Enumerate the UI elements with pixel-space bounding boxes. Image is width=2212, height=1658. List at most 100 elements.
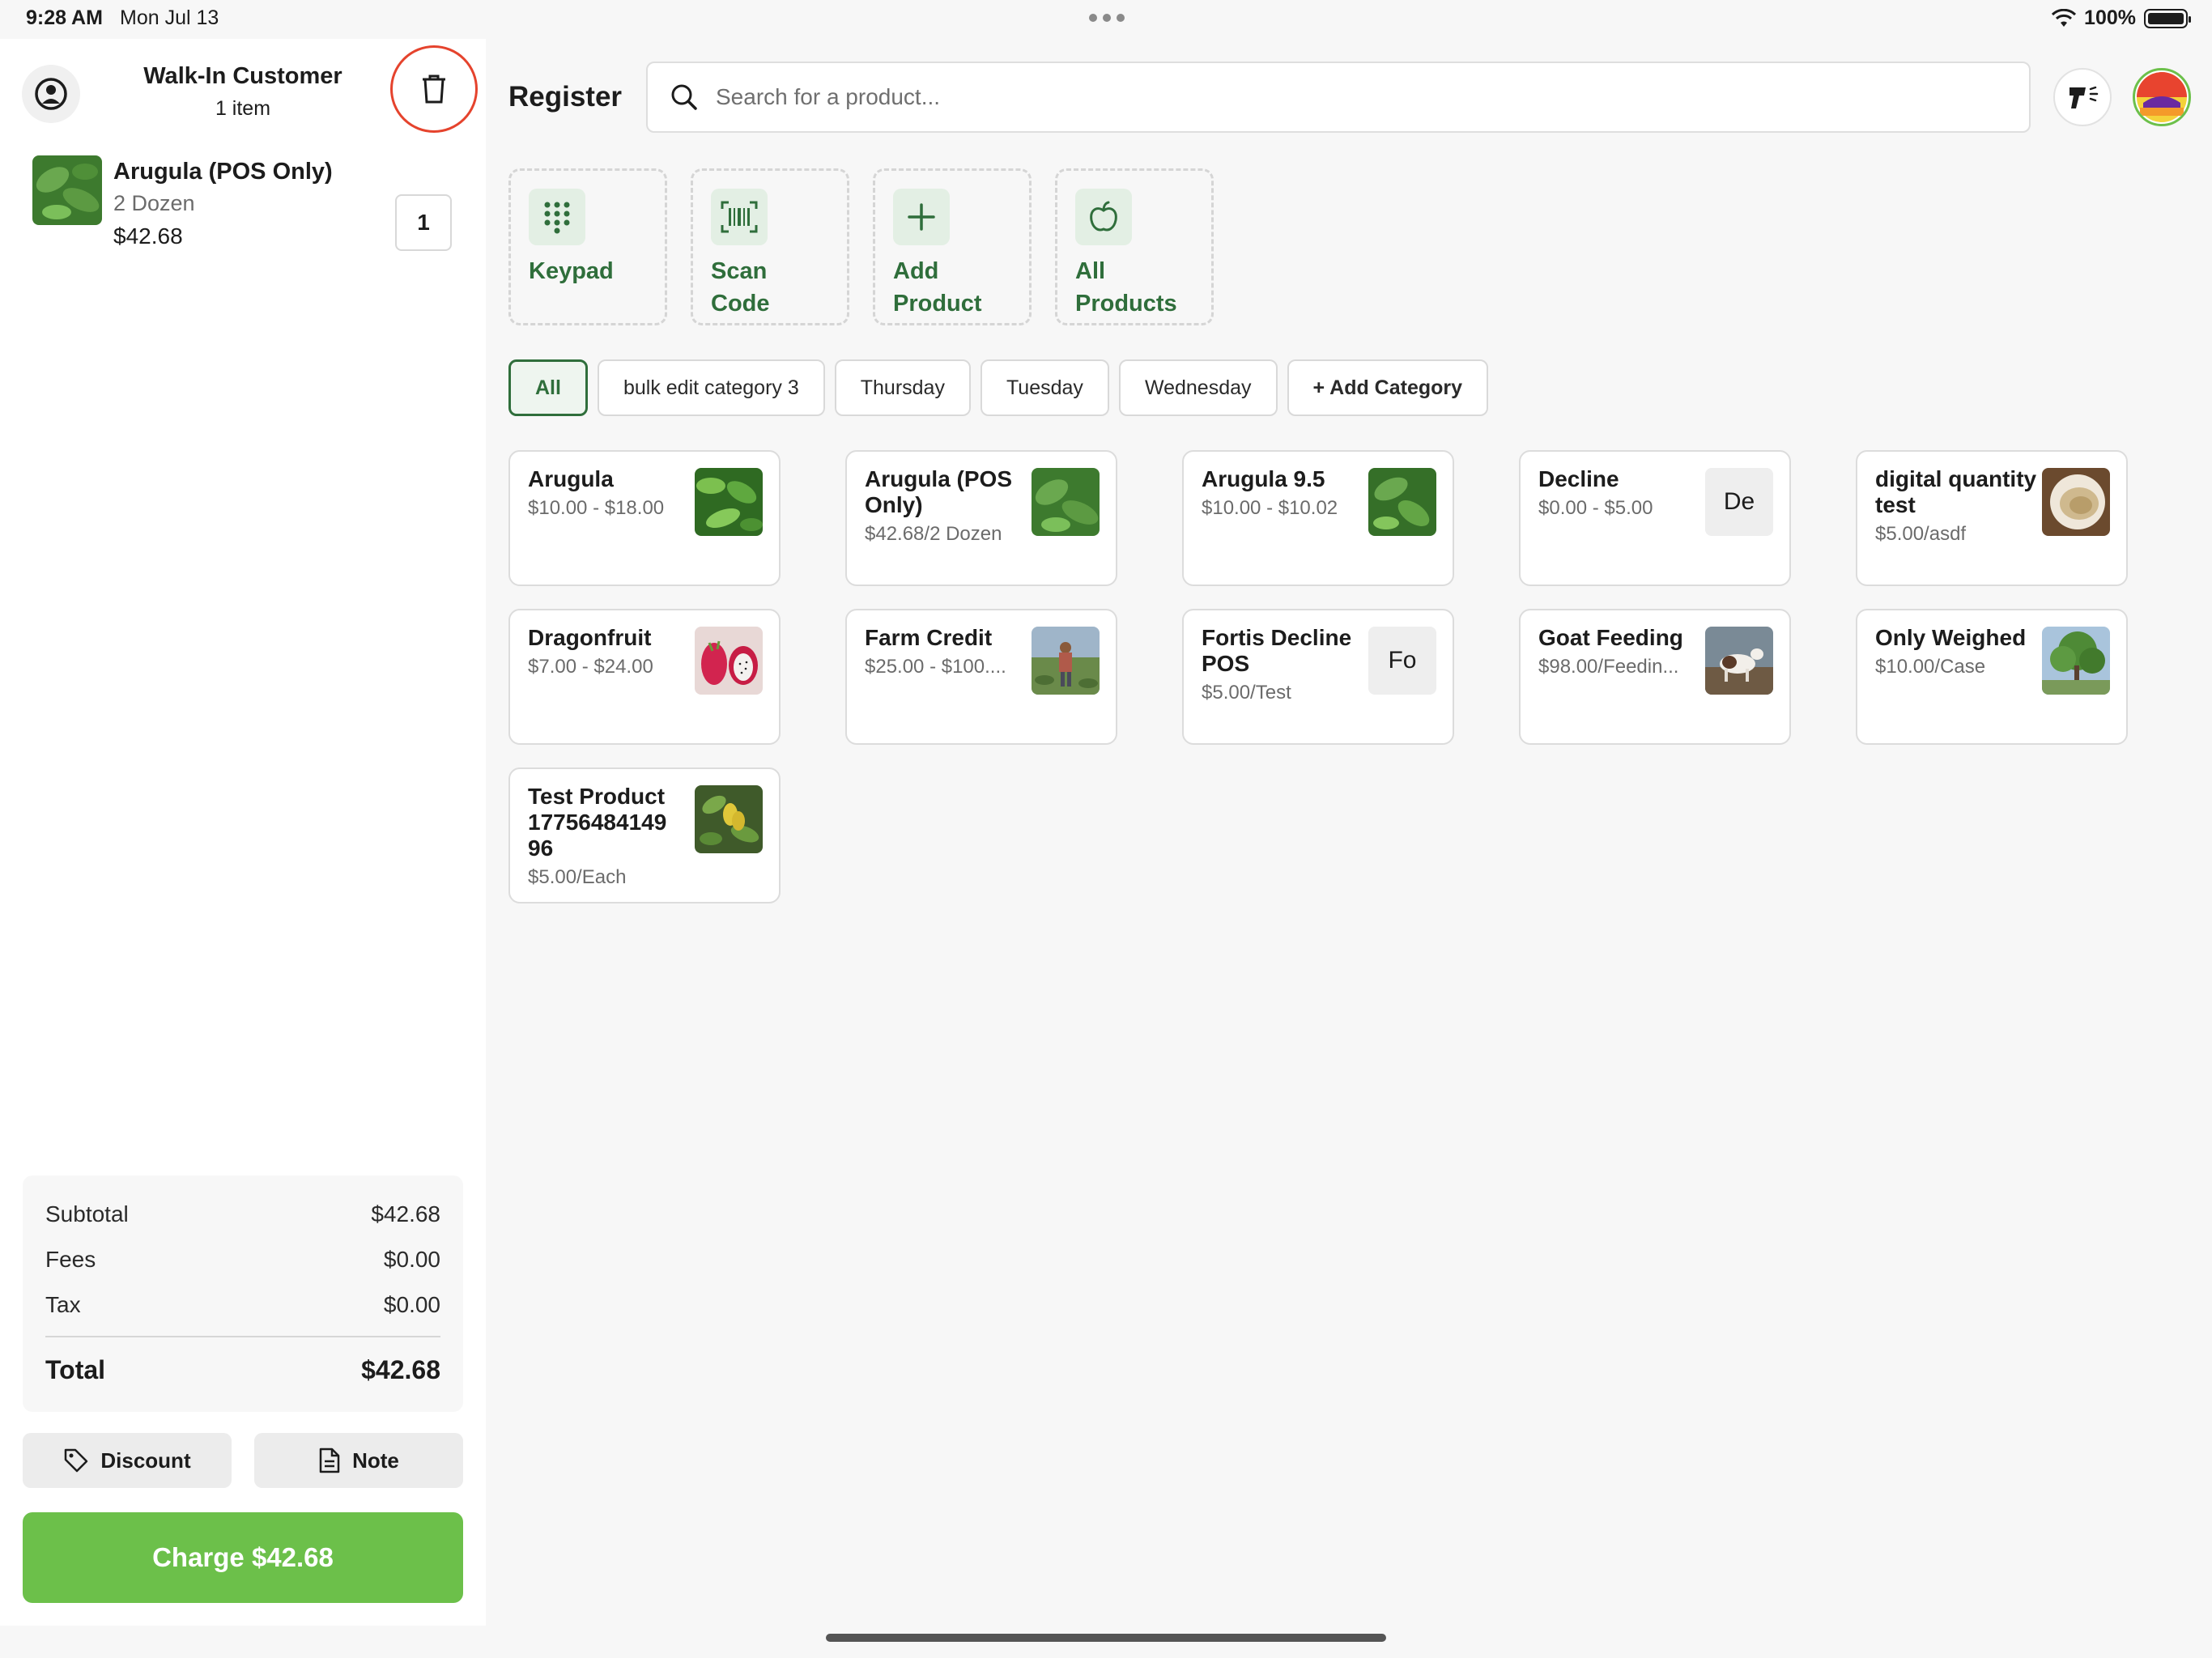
product-card[interactable]: Arugula 9.5 $10.00 - $10.02 — [1182, 450, 1454, 586]
grain-thumbnail — [2042, 468, 2110, 536]
dragonfruit-thumbnail — [695, 627, 763, 695]
product-name: Farm Credit — [865, 625, 993, 650]
category-chip-thursday[interactable]: Thursday — [834, 359, 971, 416]
product-price: $10.00 - $18.00 — [528, 497, 665, 519]
trash-icon — [423, 74, 445, 104]
subtotal-label: Subtotal — [45, 1201, 129, 1226]
arugula-thumbnail — [695, 468, 763, 536]
product-card[interactable]: Test Product 17756484149 96 $5.00/Each — [508, 767, 781, 903]
product-card[interactable]: Only Weighed $10.00/Case — [1856, 609, 2128, 745]
farm-worker-thumbnail — [1032, 627, 1100, 695]
product-price: $25.00 - $100.... — [865, 656, 1006, 678]
product-price: $0.00 - $5.00 — [1538, 497, 1653, 519]
category-chip-wednesday[interactable]: Wednesday — [1118, 359, 1278, 416]
product-name: Arugula 9.5 — [1202, 466, 1325, 491]
note-label: Note — [352, 1448, 399, 1473]
register-main: Register Keypad Scan Code Add Product Al… — [486, 39, 2212, 1626]
plus-icon — [893, 189, 950, 245]
search-input[interactable] — [716, 84, 1930, 110]
arugula-thumbnail — [32, 155, 102, 225]
goat-thumbnail — [1705, 627, 1773, 695]
product-price: $42.68/2 Dozen — [865, 523, 1002, 545]
product-search[interactable] — [646, 62, 2031, 133]
product-card[interactable]: Goat Feeding $98.00/Feedin... — [1519, 609, 1791, 745]
cart-item-name: Arugula (POS Only) — [113, 159, 333, 185]
battery-percent: 100% — [2084, 6, 2136, 29]
charge-button[interactable]: Charge $42.68 — [23, 1512, 463, 1603]
cart-line-item[interactable]: Arugula (POS Only) 2 Dozen $42.68 1 — [32, 155, 453, 277]
product-name: Arugula — [528, 466, 614, 491]
product-initials: Fo — [1368, 627, 1436, 695]
all-products-tile[interactable]: All Products — [1055, 168, 1214, 325]
product-card[interactable]: Fortis Decline POS $5.00/Test Fo — [1182, 609, 1454, 745]
scan-code-label: Scan Code — [711, 258, 770, 317]
user-circle-icon — [35, 78, 67, 110]
total-label: Total — [45, 1355, 106, 1384]
category-chip-tuesday[interactable]: Tuesday — [980, 359, 1109, 416]
cart-item-count: 1 item — [215, 97, 271, 120]
all-products-label: All Products — [1075, 258, 1177, 317]
fees-value: $0.00 — [383, 1247, 440, 1272]
add-product-label: Add Product — [893, 258, 982, 317]
product-price: $5.00/Each — [528, 866, 627, 888]
product-card[interactable]: Decline $0.00 - $5.00 De — [1519, 450, 1791, 586]
barcode-scanner-button[interactable] — [2053, 68, 2112, 126]
order-summary: Subtotal $42.68 Fees $0.00 Tax $0.00 Tot… — [23, 1175, 463, 1412]
barcode-icon — [711, 189, 768, 245]
product-price: $10.00/Case — [1875, 656, 1986, 678]
scan-code-tile[interactable]: Scan Code — [691, 168, 849, 325]
cart-panel: Walk-In Customer 1 item Arugula (POS Onl… — [0, 39, 486, 1626]
page-title: Register — [508, 81, 623, 113]
product-name: Goat Feeding — [1538, 625, 1683, 650]
customer-name[interactable]: Walk-In Customer — [89, 63, 397, 90]
fruit-tree-thumbnail — [695, 785, 763, 853]
product-initials: De — [1705, 468, 1773, 536]
product-name: Arugula (POS Only) — [865, 466, 1013, 517]
cart-item-price: $42.68 — [113, 223, 183, 249]
battery-icon — [2144, 8, 2191, 28]
arugula-thumbnail — [1368, 468, 1436, 536]
category-chip-all[interactable]: All — [508, 359, 588, 416]
farm-logo-icon — [2137, 72, 2187, 122]
wifi-icon — [2052, 8, 2077, 28]
total-value: $42.68 — [361, 1355, 440, 1384]
fees-row: Fees $0.00 — [45, 1247, 440, 1273]
account-avatar[interactable] — [2133, 68, 2191, 126]
product-price: $5.00/asdf — [1875, 523, 1967, 545]
category-chip-bulk-edit-3[interactable]: bulk edit category 3 — [597, 359, 825, 416]
cart-item-quantity[interactable]: 1 — [395, 194, 452, 251]
home-indicator[interactable] — [826, 1634, 1386, 1642]
subtotal-value: $42.68 — [371, 1201, 440, 1226]
category-filter-bar: All bulk edit category 3 Thursday Tuesda… — [508, 359, 1489, 416]
arugula-thumbnail — [1032, 468, 1100, 536]
product-card[interactable]: Arugula $10.00 - $18.00 — [508, 450, 781, 586]
product-name: digital quantity test — [1875, 466, 2037, 517]
product-name: Dragonfruit — [528, 625, 652, 650]
search-icon — [671, 84, 697, 110]
clear-cart-button[interactable] — [390, 45, 478, 133]
multitasking-dots-icon[interactable] — [1089, 14, 1125, 22]
tax-value: $0.00 — [383, 1292, 440, 1317]
product-card[interactable]: Farm Credit $25.00 - $100.... — [845, 609, 1117, 745]
note-button[interactable]: Note — [254, 1433, 463, 1488]
customer-avatar-button[interactable] — [22, 65, 80, 123]
keypad-icon — [529, 189, 585, 245]
add-product-tile[interactable]: Add Product — [873, 168, 1032, 325]
document-icon — [319, 1448, 340, 1473]
summary-divider — [45, 1336, 440, 1337]
product-card[interactable]: Dragonfruit $7.00 - $24.00 — [508, 609, 781, 745]
product-price: $7.00 - $24.00 — [528, 656, 653, 678]
tax-label: Tax — [45, 1292, 81, 1317]
tree-thumbnail — [2042, 627, 2110, 695]
keypad-tile[interactable]: Keypad — [508, 168, 667, 325]
product-price: $5.00/Test — [1202, 682, 1291, 704]
status-bar: 9:28 AM Mon Jul 13 100% — [0, 0, 2212, 39]
discount-button[interactable]: Discount — [23, 1433, 232, 1488]
product-name: Test Product 17756484149 96 — [528, 784, 667, 861]
product-card[interactable]: digital quantity test $5.00/asdf — [1856, 450, 2128, 586]
product-name: Fortis Decline POS — [1202, 625, 1352, 676]
add-category-button[interactable]: + Add Category — [1287, 359, 1489, 416]
status-date: Mon Jul 13 — [120, 6, 219, 29]
fees-label: Fees — [45, 1247, 96, 1272]
product-card[interactable]: Arugula (POS Only) $42.68/2 Dozen — [845, 450, 1117, 586]
